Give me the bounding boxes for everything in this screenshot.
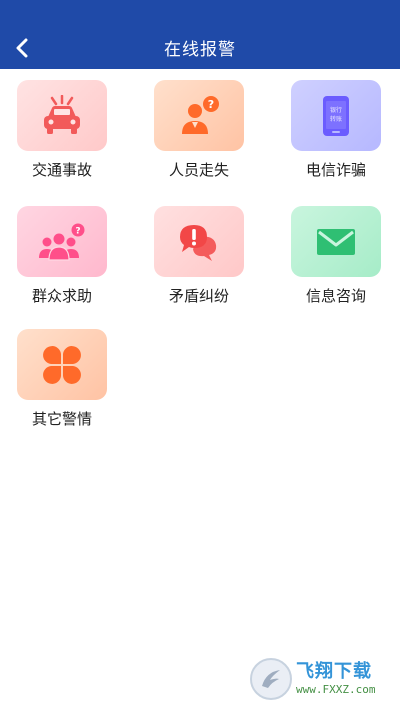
category-public-help[interactable]: ? 群众求助 bbox=[6, 206, 118, 306]
clover-icon bbox=[43, 345, 81, 384]
phone-screen-text-1: 银行 bbox=[330, 106, 342, 114]
category-icon-box: ? bbox=[154, 80, 244, 151]
category-label: 电信诈骗 bbox=[305, 161, 366, 179]
phone-icon: 银行 转账 bbox=[323, 95, 349, 136]
svg-text:?: ? bbox=[75, 226, 80, 236]
person-question-icon: ? bbox=[182, 95, 219, 134]
conflict-chat-icon bbox=[180, 224, 217, 261]
watermark: 飞翔下载 www.FXXZ.com bbox=[250, 658, 388, 700]
category-label: 矛盾纠纷 bbox=[168, 287, 229, 305]
mail-icon bbox=[317, 228, 355, 255]
category-icon-box bbox=[291, 206, 381, 277]
category-label: 人员走失 bbox=[168, 161, 229, 179]
page-title: 在线报警 bbox=[164, 40, 236, 60]
category-icon-box bbox=[154, 206, 244, 277]
category-icon-box: ? bbox=[17, 206, 107, 277]
category-dispute[interactable]: 矛盾纠纷 bbox=[143, 206, 255, 306]
phone-screen-text-2: 转账 bbox=[330, 115, 342, 123]
car-crash-icon bbox=[44, 94, 80, 134]
category-icon-box: 银行 转账 bbox=[291, 80, 381, 151]
category-label: 群众求助 bbox=[31, 287, 92, 305]
watermark-name: 飞翔下载 bbox=[296, 661, 372, 682]
group-help-icon: ? bbox=[39, 223, 85, 261]
category-missing-person[interactable]: ? 人员走失 bbox=[143, 80, 255, 180]
top-bar: 在线报警 bbox=[0, 0, 400, 69]
category-label: 信息咨询 bbox=[305, 287, 366, 305]
category-label: 其它警情 bbox=[31, 410, 92, 428]
category-label: 交通事故 bbox=[31, 161, 92, 179]
category-traffic-accident[interactable]: 交通事故 bbox=[6, 80, 118, 180]
watermark-url: www.FXXZ.com bbox=[296, 683, 376, 696]
category-icon-box bbox=[17, 80, 107, 151]
svg-text:?: ? bbox=[208, 98, 214, 111]
category-info-consult[interactable]: 信息咨询 bbox=[280, 206, 392, 306]
category-other[interactable]: 其它警情 bbox=[6, 329, 118, 429]
category-telecom-fraud[interactable]: 银行 转账 电信诈骗 bbox=[280, 80, 392, 180]
category-icon-box bbox=[17, 329, 107, 400]
watermark-logo-icon bbox=[250, 658, 292, 700]
